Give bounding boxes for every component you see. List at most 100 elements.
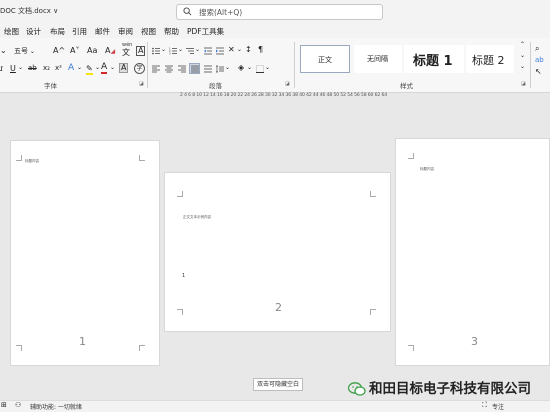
page-2[interactable]: 正文文本示例内容 1 2 xyxy=(164,172,391,332)
change-case-button[interactable]: Aa xyxy=(87,46,97,55)
words-count-icon[interactable]: ⊞ xyxy=(1,401,7,409)
italic-button-partial[interactable]: ɪ xyxy=(0,64,3,73)
chevron-down-icon[interactable]: ⌄ xyxy=(110,64,115,71)
page-2-text: 正文文本示例内容 xyxy=(183,215,211,219)
tab-help[interactable]: 帮助 xyxy=(164,26,179,37)
chinese-layout-button[interactable]: ✕ xyxy=(228,45,235,54)
tab-references[interactable]: 引用 xyxy=(72,26,87,37)
style-heading-2[interactable]: 标题 2 xyxy=(466,45,514,73)
page-1-text: 标题内容 xyxy=(25,159,39,163)
show-marks-button[interactable]: ¶ xyxy=(258,45,263,54)
font-size-dropdown[interactable]: 五号 ⌄ xyxy=(14,46,44,56)
chevron-down-icon[interactable]: ⌄ xyxy=(77,64,82,71)
focus-icon[interactable]: ⛶ xyxy=(482,401,487,410)
chevron-down-icon[interactable]: ⌄ xyxy=(237,46,242,53)
replace-icon[interactable]: ab xyxy=(535,56,544,64)
style-no-spacing-label: 无间隔 xyxy=(367,55,388,63)
tab-review[interactable]: 审阅 xyxy=(118,26,133,37)
style-no-spacing[interactable]: 无间隔 xyxy=(354,45,402,73)
styles-dialog-launcher-icon[interactable]: ◪ xyxy=(521,81,526,87)
font-dialog-launcher-icon[interactable]: ◪ xyxy=(139,81,144,87)
margin-corner-mark xyxy=(139,155,145,161)
subscript-button[interactable]: x₂ xyxy=(43,64,50,72)
tab-view[interactable]: 视图 xyxy=(141,26,156,37)
paint-bucket-icon: ◈ xyxy=(238,63,245,72)
page-1[interactable]: 标题内容 1 xyxy=(10,140,160,366)
multilevel-list-icon[interactable] xyxy=(186,47,194,55)
style-normal-label: 正文 xyxy=(318,56,332,64)
chevron-down-icon[interactable]: ⌄ xyxy=(18,64,23,71)
accessibility-status[interactable]: 辅助功能: 一切就绪 xyxy=(30,402,82,411)
chevron-down-icon[interactable]: ⌄ xyxy=(225,64,230,71)
font-name-dropdown-tail[interactable]: ⌄ xyxy=(0,46,7,55)
shrink-font-button[interactable]: A˅ xyxy=(70,46,79,55)
margin-corner-mark xyxy=(370,191,376,197)
line-spacing-icon[interactable] xyxy=(216,65,224,73)
sort-button[interactable]: ↕ xyxy=(245,45,252,54)
clear-format-button[interactable]: A◢ xyxy=(105,46,115,55)
style-normal[interactable]: 正文 xyxy=(300,45,350,73)
paragraph-group-label: 段落 xyxy=(209,82,222,90)
chevron-down-icon[interactable]: ⌄ xyxy=(247,64,252,71)
font-color-button[interactable]: A xyxy=(101,63,108,74)
justify-button[interactable] xyxy=(189,63,200,74)
align-right-icon[interactable] xyxy=(178,65,186,73)
margin-corner-mark xyxy=(177,309,183,315)
phonetic-guide-icon[interactable]: 文 xyxy=(122,47,130,58)
bullets-icon[interactable] xyxy=(152,47,160,55)
shading-button[interactable]: ◈ xyxy=(238,63,244,72)
margin-corner-mark xyxy=(370,309,376,315)
character-border-button[interactable]: A xyxy=(136,46,146,56)
underline-button[interactable]: U xyxy=(10,64,16,73)
strikethrough-button[interactable]: ab xyxy=(28,64,37,72)
styles-more-icon[interactable]: ⌄ xyxy=(520,63,525,70)
tab-draw[interactable]: 绘图 xyxy=(4,26,19,37)
chevron-down-icon: ⌄ xyxy=(28,48,35,55)
search-icon xyxy=(183,7,192,16)
select-icon[interactable]: ↖ xyxy=(535,67,542,76)
tab-layout[interactable]: 布局 xyxy=(50,26,65,37)
group-separator xyxy=(530,42,531,88)
accessibility-icon[interactable]: ⚇ xyxy=(15,401,21,409)
grow-font-button[interactable]: A^ xyxy=(53,46,65,55)
numbering-icon[interactable]: 123 xyxy=(169,47,177,55)
ruler-ticks: 2 4 6 8 10 12 14 16 18 20 22 24 26 28 30… xyxy=(180,93,388,98)
chevron-down-icon[interactable]: ⌄ xyxy=(178,46,183,53)
focus-mode-button[interactable]: 专注 xyxy=(492,402,504,411)
document-title[interactable]: DOC 文档.docx ∨ xyxy=(0,6,58,16)
chevron-down-icon[interactable]: ⌄ xyxy=(265,64,270,71)
styles-scroll-up-icon[interactable]: ⌃ xyxy=(520,41,525,48)
search-input[interactable]: 搜索(Alt+Q) xyxy=(176,4,383,20)
tab-design[interactable]: 设计 xyxy=(26,26,41,37)
decrease-indent-icon[interactable] xyxy=(204,47,212,55)
highlight-button[interactable]: ✎ xyxy=(86,64,93,75)
increase-indent-icon[interactable] xyxy=(216,47,224,55)
align-center-icon[interactable] xyxy=(165,65,173,73)
distribute-icon[interactable] xyxy=(204,65,212,73)
enclose-characters-button[interactable]: 字 xyxy=(134,63,145,74)
chevron-down-icon[interactable]: ⌄ xyxy=(195,46,200,53)
text-effects-button[interactable]: A xyxy=(68,63,74,73)
styles-group-label: 样式 xyxy=(400,82,413,90)
tab-mailings[interactable]: 邮件 xyxy=(95,26,110,37)
margin-corner-mark xyxy=(177,191,183,197)
paragraph-dialog-launcher-icon[interactable]: ◪ xyxy=(285,81,290,87)
horizontal-ruler[interactable]: 2 4 6 8 10 12 14 16 18 20 22 24 26 28 30… xyxy=(180,93,387,101)
margin-corner-mark xyxy=(139,345,145,351)
chevron-down-icon[interactable]: ⌄ xyxy=(95,64,100,71)
align-left-icon[interactable] xyxy=(152,65,160,73)
borders-icon[interactable] xyxy=(256,65,264,73)
superscript-button[interactable]: x² xyxy=(55,64,62,72)
style-heading-1[interactable]: 标题 1 xyxy=(404,45,464,73)
character-shading-button[interactable]: A xyxy=(119,63,129,73)
search-placeholder: 搜索(Alt+Q) xyxy=(199,8,243,17)
styles-scroll-down-icon[interactable]: ⌄ xyxy=(520,52,525,59)
page-2-marker: 1 xyxy=(182,273,186,279)
margin-corner-mark xyxy=(408,153,414,159)
chevron-down-icon[interactable]: ⌄ xyxy=(161,46,166,53)
page-3[interactable]: 标题内容 3 xyxy=(395,138,550,366)
group-separator xyxy=(294,42,295,88)
find-icon[interactable]: ⌕ xyxy=(535,44,539,54)
tab-pdf-tools[interactable]: PDF工具集 xyxy=(187,26,224,37)
page-3-text: 标题内容 xyxy=(420,167,434,171)
